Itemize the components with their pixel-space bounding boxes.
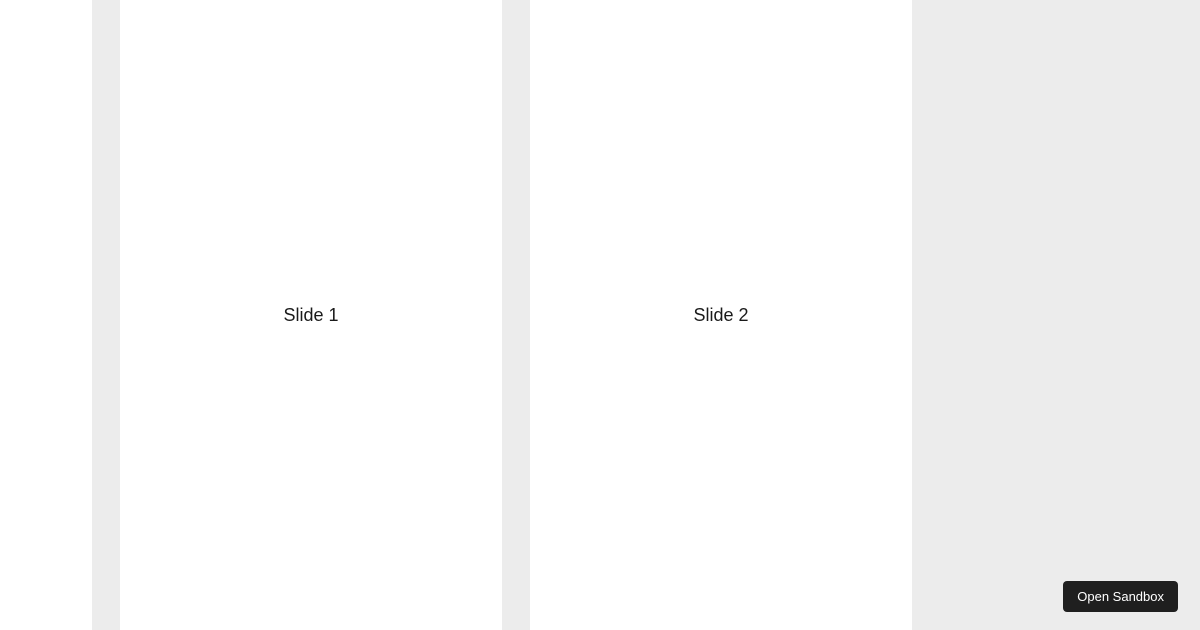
open-sandbox-button[interactable]: Open Sandbox (1063, 581, 1178, 612)
slide-label: Slide 1 (283, 305, 338, 326)
slide-card[interactable]: Slide 1 (120, 0, 502, 630)
slide-card[interactable]: Slide 9 (0, 0, 92, 630)
slide-card[interactable]: Slide 2 (530, 0, 912, 630)
carousel-container[interactable]: Slide 9 Slide 1 Slide 2 (0, 0, 912, 630)
slide-label: Slide 2 (693, 305, 748, 326)
